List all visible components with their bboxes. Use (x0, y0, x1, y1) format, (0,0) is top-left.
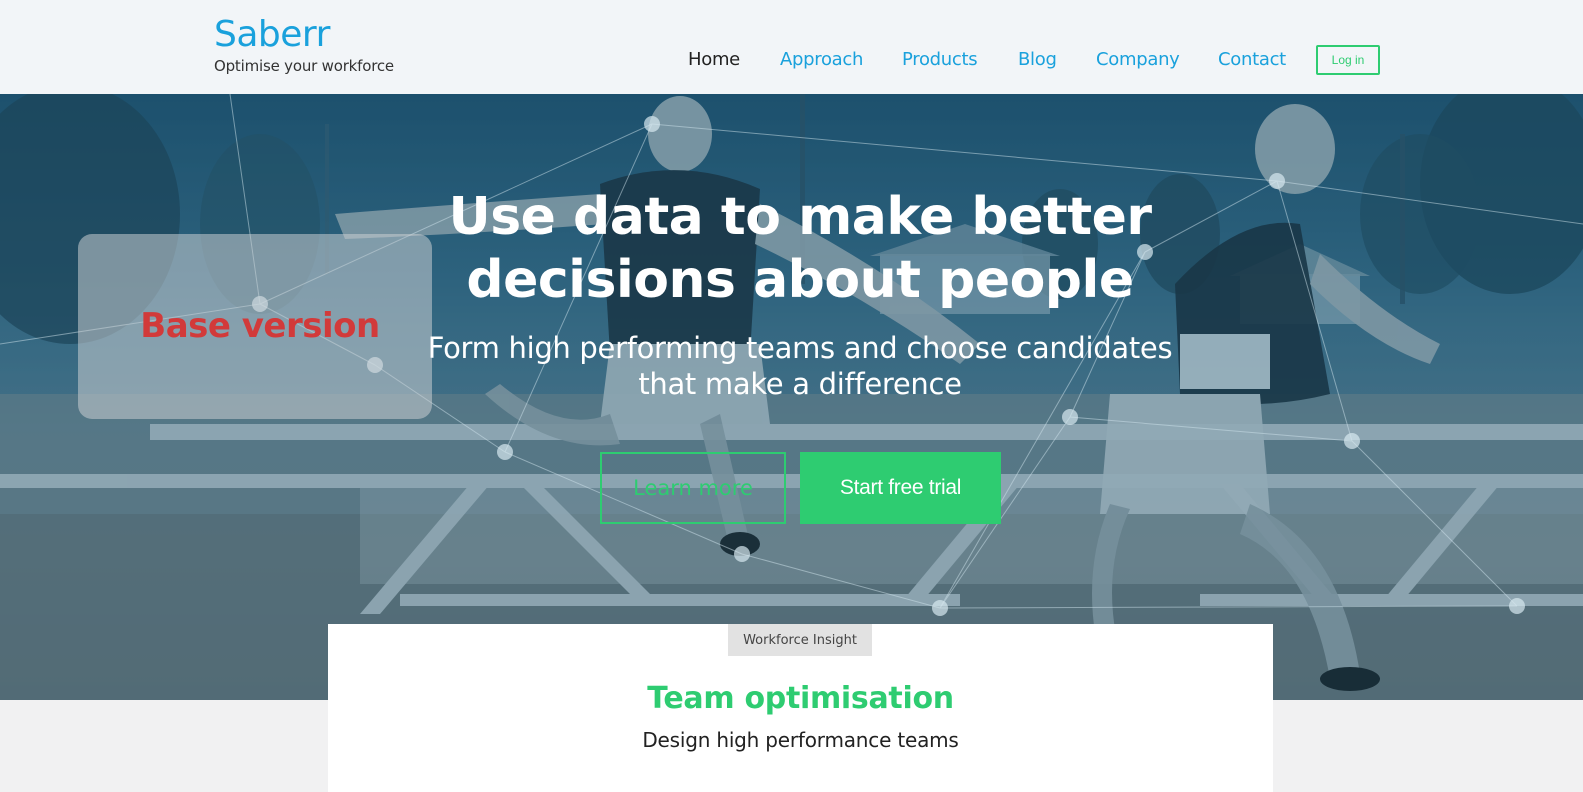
start-free-trial-button[interactable]: Start free trial (800, 452, 1001, 524)
card-title: Team optimisation (647, 681, 954, 716)
hero-title: Use data to make better decisions about … (400, 186, 1200, 312)
nav-item-company[interactable]: Company (1096, 49, 1180, 70)
nav-item-approach[interactable]: Approach (780, 49, 863, 70)
hero-title-line1: Use data to make better (448, 187, 1152, 247)
nav-item-contact[interactable]: Contact (1218, 49, 1286, 70)
hero-subtitle: Form high performing teams and choose ca… (400, 330, 1200, 402)
nav-item-home[interactable]: Home (688, 49, 740, 70)
hero-section: Base version Use data to make better dec… (0, 94, 1583, 700)
tab-workforce-insight[interactable]: Workforce Insight (728, 624, 872, 656)
hero-subtitle-line2: that make a difference (638, 367, 962, 401)
nav-item-products[interactable]: Products (902, 49, 978, 70)
learn-more-button[interactable]: Learn more (600, 452, 786, 524)
version-label: Base version (140, 305, 380, 346)
site-header: Saberr Optimise your workforce Home Appr… (0, 0, 1583, 94)
login-button[interactable]: Log in (1316, 45, 1380, 75)
version-overlay: Base version (78, 234, 432, 419)
nav-item-blog[interactable]: Blog (1018, 49, 1057, 70)
feature-card: Workforce Insight Team optimisation Desi… (328, 624, 1273, 792)
card-subtitle: Design high performance teams (642, 728, 959, 752)
hero-subtitle-line1: Form high performing teams and choose ca… (427, 331, 1173, 365)
hero-title-line2: decisions about people (466, 250, 1134, 310)
